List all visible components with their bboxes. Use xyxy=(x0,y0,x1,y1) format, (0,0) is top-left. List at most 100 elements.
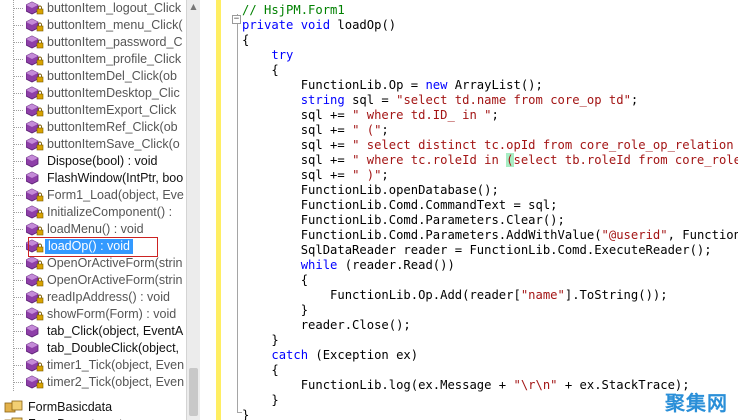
private-method-icon xyxy=(25,52,44,67)
code-token: // HsjPM.Form1 xyxy=(242,3,345,17)
tree-item-label: buttonItemExport_Click xyxy=(47,103,177,117)
tree-item[interactable]: tab_Click(object, EventA xyxy=(0,323,186,340)
code-token: " (" xyxy=(352,123,382,137)
code-token: } xyxy=(242,333,279,347)
code-token: ; xyxy=(491,108,499,122)
class-icon xyxy=(4,400,23,415)
code-token: ; xyxy=(381,168,389,182)
tree-item-label: buttonItem_profile_Click xyxy=(47,52,182,66)
tree-item-label: InitializeComponent() : xyxy=(47,205,173,219)
tree-item-label: buttonItem_password_C xyxy=(47,35,183,49)
tree-item[interactable]: tab_DoubleClick(object, xyxy=(0,340,186,357)
tree-item[interactable]: loadMenu() : void xyxy=(0,221,186,238)
code-token: FunctionLib.Op = xyxy=(242,78,426,92)
code-token: FunctionLib.openDatabase(); xyxy=(242,183,499,197)
tree-item[interactable]: readIpAddress() : void xyxy=(0,289,186,306)
tree-item[interactable]: buttonItem_menu_Click( xyxy=(0,17,186,34)
tree-item[interactable]: Form1_Load(object, Eve xyxy=(0,187,186,204)
tree-branch-line xyxy=(14,314,23,315)
tree-item[interactable]: FlashWindow(IntPtr, boo xyxy=(0,170,186,187)
tree-item-label: buttonItem_menu_Click( xyxy=(47,18,183,32)
tree-class-item[interactable]: FormDepartment xyxy=(0,416,186,420)
tree-item[interactable]: buttonItem_logout_Click xyxy=(0,0,186,17)
tree-branch-line xyxy=(14,382,23,383)
editor-gutter xyxy=(200,0,230,420)
change-indicator-bar xyxy=(216,0,221,420)
tree-scrollbar-thumb[interactable] xyxy=(189,368,198,416)
tree-branch-line xyxy=(14,212,23,213)
tree-item-label: OpenOrActiveForm(strin xyxy=(47,273,183,287)
code-line: { xyxy=(242,63,278,78)
tree-branch-line xyxy=(14,127,23,128)
code-token: " where td.ID_ in " xyxy=(352,108,492,122)
code-token: " select distinct tc.opId from core_role… xyxy=(352,138,738,152)
tree-item[interactable]: timer1_Tick(object, Even xyxy=(0,357,186,374)
code-token: " where tc.roleId in xyxy=(352,153,507,167)
tree-class-item[interactable]: FormBasicdata xyxy=(0,399,186,416)
tree-item[interactable]: OpenOrActiveForm(strin xyxy=(0,255,186,272)
code-line: FunctionLib.Comd.CommandText = sql; xyxy=(242,198,558,213)
private-method-icon xyxy=(25,358,44,373)
tree-item[interactable]: buttonItemDel_Click(ob xyxy=(0,68,186,85)
code-token: "\r\n" xyxy=(513,378,558,392)
code-token: private xyxy=(242,18,294,32)
tree-item[interactable]: showForm(Form) : void xyxy=(0,306,186,323)
tree-branch-line xyxy=(14,178,23,179)
code-line: sql += " )"; xyxy=(242,168,389,183)
code-token: try xyxy=(271,48,294,62)
member-tree[interactable]: buttonItem_logout_Click buttonItem_menu_C… xyxy=(0,0,186,420)
collapse-icon[interactable]: − xyxy=(232,15,241,24)
tree-item[interactable]: buttonItem_password_C xyxy=(0,34,186,51)
private-method-icon xyxy=(25,1,44,16)
tree-branch-line xyxy=(14,59,23,60)
private-method-icon xyxy=(25,120,44,135)
code-line: FunctionLib.Op = new ArrayList(); xyxy=(242,78,543,93)
tree-item[interactable]: timer2_Tick(object, Even xyxy=(0,374,186,391)
tree-branch-line xyxy=(14,195,23,196)
code-token: loadOp() xyxy=(330,18,397,32)
tree-branch-line xyxy=(14,229,23,230)
code-token: catch xyxy=(271,348,309,362)
tree-item[interactable]: buttonItem_profile_Click xyxy=(0,51,186,68)
code-token: ; xyxy=(630,93,639,107)
code-token: , FunctionLib xyxy=(667,228,738,242)
tree-item-label: loadOp() : void xyxy=(45,239,133,254)
tree-item-label: OpenOrActiveForm(strin xyxy=(47,256,183,270)
private-method-icon xyxy=(25,239,44,254)
tree-branch-line xyxy=(14,246,23,247)
code-token: FunctionLib.Comd.Parameters.Clear(); xyxy=(242,213,565,227)
code-token: } xyxy=(242,303,309,317)
code-line: SqlDataReader reader = FunctionLib.Comd.… xyxy=(242,243,712,258)
code-token: sql += xyxy=(242,168,353,182)
tree-item[interactable]: buttonItemRef_Click(ob xyxy=(0,119,186,136)
code-editor[interactable]: − // HsjPM.Form1 private void loadOp() { t… xyxy=(200,0,738,420)
code-line: sql += " select distinct tc.opId from co… xyxy=(242,138,738,153)
tree-item-selected[interactable]: loadOp() : void xyxy=(0,238,186,255)
private-method-icon xyxy=(25,35,44,50)
code-token: SqlDataReader reader = FunctionLib.Comd.… xyxy=(242,243,712,257)
private-method-icon xyxy=(25,205,44,220)
private-method-icon xyxy=(25,256,44,271)
tree-item[interactable]: Dispose(bool) : void xyxy=(0,153,186,170)
code-token: sql = xyxy=(344,93,397,107)
code-line: // HsjPM.Form1 xyxy=(242,3,345,18)
tree-item[interactable]: buttonItemDesktop_Clic xyxy=(0,85,186,102)
private-method-icon xyxy=(25,69,44,84)
private-method-icon xyxy=(25,137,44,152)
tree-item[interactable]: OpenOrActiveForm(strin xyxy=(0,272,186,289)
tree-branch-line xyxy=(14,297,23,298)
method-icon xyxy=(25,341,44,356)
tree-item[interactable]: buttonItemSave_Click(o xyxy=(0,136,186,153)
code-token: string xyxy=(300,93,345,107)
code-token: ].ToString()); xyxy=(564,288,668,302)
tree-branch-line xyxy=(14,348,23,349)
tree-scrollbar[interactable]: ▲ xyxy=(186,0,200,420)
tree-item[interactable]: buttonItemExport_Click xyxy=(0,102,186,119)
code-token: " )" xyxy=(352,168,382,182)
scroll-up-arrow-icon[interactable]: ▲ xyxy=(189,2,198,12)
code-line: private void loadOp() xyxy=(242,18,396,33)
tree-item[interactable]: InitializeComponent() : xyxy=(0,204,186,221)
